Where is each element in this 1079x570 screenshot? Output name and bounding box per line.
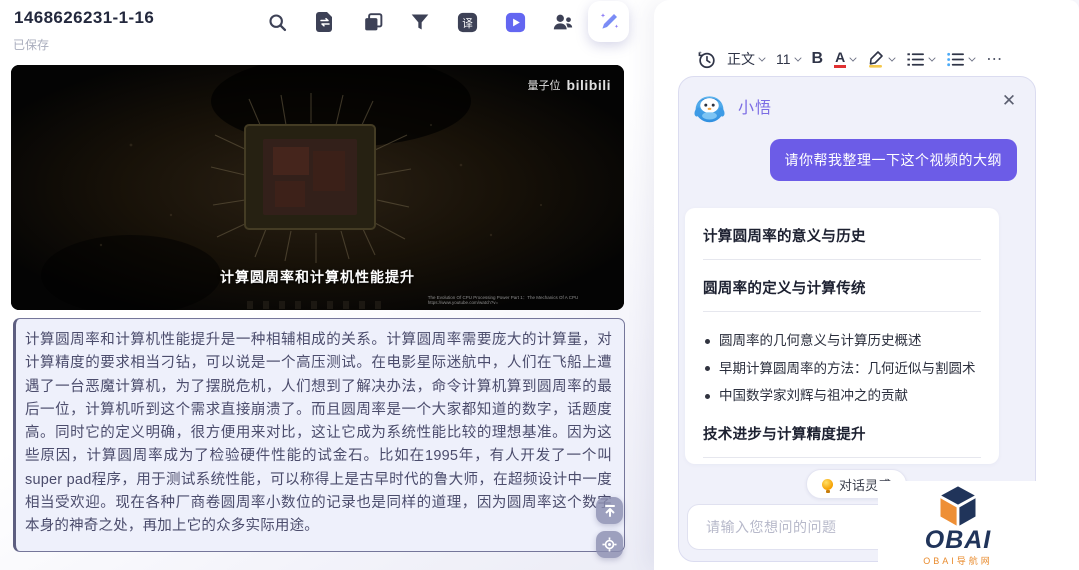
ordered-list-icon [907, 52, 925, 66]
outline-heading: 圆周率的定义与计算传统 [703, 281, 866, 297]
bold-label: B [811, 50, 824, 67]
copy-icon [364, 12, 382, 30]
outline-heading: 技术进步与计算精度提升 [703, 426, 866, 443]
export-button[interactable] [312, 9, 338, 35]
chevron-down-icon [928, 53, 936, 62]
close-icon: ✕ [1001, 91, 1017, 110]
collaborators-button[interactable] [550, 9, 576, 35]
search-icon [268, 13, 286, 31]
scroll-top-icon [604, 504, 615, 517]
bullet-list-icon [947, 52, 965, 66]
bold-button[interactable]: B [812, 50, 824, 68]
video-button[interactable] [502, 9, 528, 35]
paragraph-style-select[interactable]: 正文 [727, 49, 766, 69]
outline-heading: 计算圆周率的意义与历史 [703, 229, 866, 245]
outline-card[interactable]: 计算圆周率的意义与历史 圆周率的定义与计算传统 圆周率的几何意义与计算历史概述 … [685, 208, 999, 464]
ordered-list-button[interactable] [906, 51, 936, 68]
assistant-name: 小悟 [738, 100, 773, 117]
video-player[interactable]: 量子位 bilibili 计算圆周率和计算机性能提升 The Evolution… [11, 65, 624, 310]
locate-icon [602, 537, 617, 552]
chevron-down-icon [758, 53, 766, 62]
history-clock-icon: + [698, 50, 715, 68]
more-button[interactable]: ⋯ [986, 49, 1003, 69]
video-caption: 计算圆周率和计算机性能提升 [220, 269, 415, 285]
locate-button[interactable] [596, 531, 623, 558]
font-size-select[interactable]: 11 [776, 51, 802, 67]
outline-bullet: 早期计算圆周率的方法：几何近似与割圆术 [703, 355, 981, 383]
video-credit: The Evolution Of CPU Processing Power Pa… [427, 295, 578, 306]
outline-divider [703, 456, 981, 458]
svg-text:译: 译 [462, 17, 473, 29]
outline-bullet-list: 圆周率的几何意义与计算历史概述 早期计算圆周率的方法：几何近似与割圆术 中国数学… [703, 327, 981, 410]
format-history-button[interactable]: + [697, 50, 716, 69]
outline-bullet: 圆周率的几何意义与计算历史概述 [703, 327, 981, 355]
chat-close-button[interactable]: ✕ [998, 90, 1020, 112]
doc-transfer-icon [316, 12, 332, 32]
filter-button[interactable] [407, 9, 433, 35]
translate-button[interactable]: 译 [454, 9, 480, 35]
copy-button[interactable] [360, 9, 386, 35]
transcript-block[interactable]: 计算圆周率和计算机性能提升是一种相辅相成的关系。计算圆周率需要庞大的计算量，对计… [13, 318, 625, 552]
user-message-bubble: 请你帮我整理一下这个视频的大纲 [769, 139, 1017, 181]
lightbulb-icon [822, 478, 833, 493]
font-color-button[interactable]: A [834, 50, 857, 68]
highlight-button[interactable] [867, 50, 896, 68]
people-icon [553, 14, 573, 30]
chevron-down-icon [793, 53, 802, 62]
scroll-top-button[interactable] [596, 497, 623, 524]
chevron-down-icon [968, 53, 976, 62]
obai-watermark: OBAI OBAI导航网 [878, 481, 1038, 570]
font-size-value: 11 [776, 51, 791, 67]
video-play-icon [505, 12, 525, 32]
obai-subtitle-text: OBAI导航网 [923, 555, 993, 566]
ai-assistant-button[interactable] [588, 1, 629, 42]
search-button[interactable] [264, 9, 290, 35]
chevron-down-icon [888, 53, 896, 62]
paragraph-style-value: 正文 [727, 51, 755, 67]
assistant-avatar [694, 96, 725, 123]
credit-url: https://www.youtube.com/watch?v= [427, 300, 498, 306]
outline-bullet: 中国数学家刘辉与祖冲之的贡献 [703, 382, 981, 410]
outline-divider [703, 311, 981, 312]
magic-wand-icon [600, 12, 618, 29]
editor-toolbar: + 正文 11 B A ⋯ [697, 44, 1003, 74]
obai-logo-cube [940, 485, 976, 526]
channel-watermark: 量子位 [527, 80, 561, 92]
obai-brand-text: OBAI [924, 525, 992, 554]
bullet-list-button[interactable] [946, 51, 976, 68]
chevron-down-icon [849, 53, 857, 62]
page-title[interactable]: 1468626231-1-16 [14, 8, 154, 28]
highlighter-icon [869, 51, 884, 68]
translate-icon: 译 [457, 12, 477, 32]
bilibili-logo: bilibili [566, 77, 611, 93]
filter-icon [411, 14, 429, 30]
ellipsis-icon: ⋯ [986, 51, 1004, 68]
bilibili-watermark: 量子位 bilibili [528, 77, 611, 93]
font-color-label: A [834, 50, 847, 68]
save-status: 已保存 [13, 38, 50, 52]
